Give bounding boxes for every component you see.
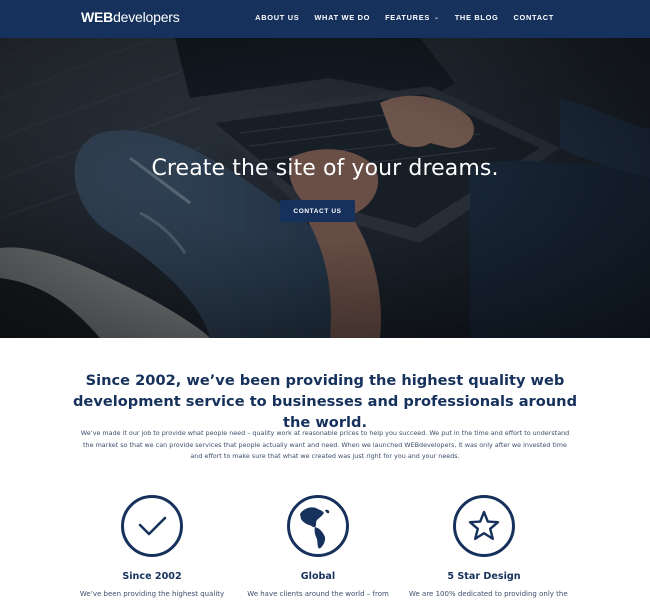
chevron-down-icon: ⌄ <box>433 15 440 21</box>
main-nav: ABOUT US WHAT WE DO FEATURES ⌄ THE BLOG C… <box>240 13 554 22</box>
nav-features-label: FEATURES <box>385 13 430 22</box>
logo-regular: developers <box>113 9 180 25</box>
feature-text: We’ve been providing the highest quality <box>79 590 225 598</box>
intro-body: We’ve made it our job to provide what pe… <box>80 429 570 460</box>
checkmark-icon <box>121 495 183 557</box>
feature-5-star-design: 5 Star Design We are 100% dedicated to p… <box>409 494 568 598</box>
contact-us-button[interactable]: CONTACT US <box>280 200 355 222</box>
feature-title: Since 2002 <box>122 571 182 582</box>
top-nav-bar: WEBdevelopers ABOUT US WHAT WE DO FEATUR… <box>0 0 650 38</box>
feature-text: We have clients around the world – from <box>247 590 389 598</box>
feature-since-2002: Since 2002 We’ve been providing the high… <box>77 494 227 598</box>
hero-background-image <box>0 38 650 338</box>
star-icon <box>453 495 515 557</box>
nav-what-we-do[interactable]: WHAT WE DO <box>314 13 370 22</box>
nav-about-us[interactable]: ABOUT US <box>255 13 299 22</box>
nav-features[interactable]: FEATURES ⌄ <box>385 13 440 22</box>
feature-text: We are 100% dedicated to providing only … <box>409 590 568 598</box>
nav-the-blog[interactable]: THE BLOG <box>455 13 499 22</box>
site-logo[interactable]: WEBdevelopers <box>81 9 180 25</box>
nav-contact[interactable]: CONTACT <box>514 13 554 22</box>
intro-heading: Since 2002, we’ve been providing the hig… <box>72 372 578 431</box>
feature-title: Global <box>300 571 336 582</box>
feature-title: 5 Star Design <box>447 571 521 582</box>
hero-section: Create the site of your dreams. CONTACT … <box>0 38 650 338</box>
globe-icon <box>287 495 349 557</box>
logo-bold: WEB <box>81 9 114 25</box>
feature-global: Global We have clients around the world … <box>243 494 393 598</box>
hero-title: Create the site of your dreams. <box>151 156 499 181</box>
